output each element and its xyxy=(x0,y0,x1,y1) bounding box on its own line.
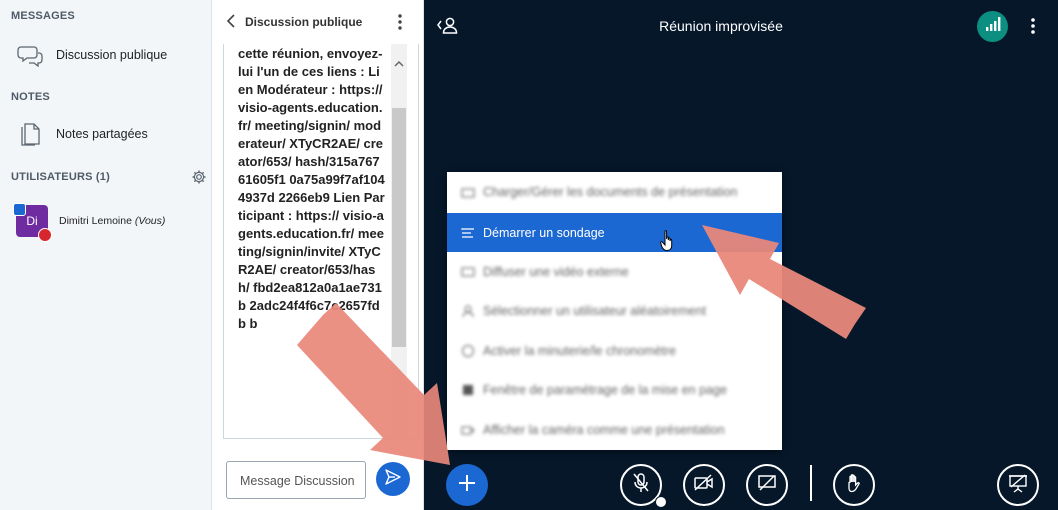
chevron-left-icon[interactable] xyxy=(224,13,240,29)
gear-icon[interactable] xyxy=(191,169,207,185)
toggle-presentation-button[interactable] xyxy=(997,464,1039,506)
actions-plus-button[interactable] xyxy=(446,464,488,506)
menu-item-manage-presentations[interactable]: Charger/Gérer les documents de présentat… xyxy=(447,172,782,211)
screenshare-off-icon xyxy=(757,474,777,497)
notes-icon xyxy=(16,120,44,148)
sidebar-item-public-chat[interactable]: Discussion publique xyxy=(0,35,211,75)
chat-message-list[interactable]: cette réunion, envoyez-lui l'un de ces l… xyxy=(223,44,419,439)
menu-item-label: Fenêtre de paramétrage de la mise en pag… xyxy=(483,382,727,397)
camera-off-icon xyxy=(693,473,715,497)
main-area: Réunion improvisée Charger/Gérer les doc… xyxy=(424,0,1058,510)
scroll-up-icon[interactable] xyxy=(394,56,404,67)
menu-item-label: Sélectionner un utilisateur aléatoiremen… xyxy=(483,303,707,318)
hand-cursor-icon xyxy=(660,229,676,253)
timer-icon xyxy=(461,344,475,358)
actions-dropdown-menu: Charger/Gérer les documents de présentat… xyxy=(447,172,782,450)
meeting-title: Réunion improvisée xyxy=(659,18,783,34)
menu-item-layout-settings[interactable]: Fenêtre de paramétrage de la mise en pag… xyxy=(447,370,782,409)
presentation-icon xyxy=(1008,473,1028,498)
microphone-off-icon xyxy=(631,472,651,499)
menu-item-camera-as-content[interactable]: Afficher la caméra comme une présentatio… xyxy=(447,410,782,449)
upload-icon xyxy=(461,185,475,199)
share-screen-button[interactable] xyxy=(746,464,788,506)
poll-icon xyxy=(461,226,475,240)
camera-icon xyxy=(461,423,475,437)
video-icon xyxy=(461,265,475,279)
user-self-tag: (Vous) xyxy=(134,215,166,227)
share-webcam-button[interactable] xyxy=(683,464,725,506)
send-button[interactable] xyxy=(376,462,410,496)
menu-item-label: Afficher la caméra comme une présentatio… xyxy=(483,422,725,437)
more-options-icon[interactable] xyxy=(1027,15,1039,37)
audio-options-chevron-icon[interactable] xyxy=(655,496,667,508)
layout-icon xyxy=(461,383,475,397)
menu-item-timer[interactable]: Activer la minuterie/le chronomètre xyxy=(447,331,782,370)
scroll-down-icon[interactable] xyxy=(394,432,404,438)
moderator-icon xyxy=(38,228,52,242)
menu-item-start-poll[interactable]: Démarrer un sondage xyxy=(447,213,782,252)
user-name-text: Dimitri Lemoine xyxy=(59,215,132,227)
scrollbar[interactable] xyxy=(391,44,407,438)
app-root: MESSAGES Discussion publique NOTES Notes… xyxy=(0,0,1058,510)
chat-message-text: cette réunion, envoyez-lui l'un de ces l… xyxy=(238,46,385,331)
scroll-thumb[interactable] xyxy=(392,108,406,347)
chat-panel: Discussion publique cette réunion, envoy… xyxy=(212,0,424,510)
chat-title: Discussion publique xyxy=(245,15,363,29)
messages-section-title: MESSAGES xyxy=(11,10,75,22)
send-icon xyxy=(384,468,402,491)
mute-microphone-button[interactable] xyxy=(620,464,667,508)
chat-bubbles-icon xyxy=(16,41,44,69)
notes-section-title: NOTES xyxy=(11,91,50,103)
users-section-title: UTILISATEURS (1) xyxy=(11,171,110,183)
raise-hand-button[interactable] xyxy=(833,464,875,506)
connection-status-button[interactable] xyxy=(977,11,1008,42)
chat-header: Discussion publique xyxy=(212,0,424,44)
chat-message-input[interactable]: Message Discussion xyxy=(226,461,366,499)
presenter-icon xyxy=(13,203,26,216)
toolbar-divider xyxy=(810,465,812,501)
hand-icon xyxy=(845,473,863,498)
sidebar: MESSAGES Discussion publique NOTES Notes… xyxy=(0,0,212,510)
menu-item-label: Diffuser une vidéo externe xyxy=(483,264,629,279)
menu-item-label: Charger/Gérer les documents de présentat… xyxy=(483,184,738,199)
sidebar-item-label: Notes partagées xyxy=(56,127,148,141)
plus-icon xyxy=(458,474,476,497)
user-icon xyxy=(461,304,475,318)
menu-item-label: Démarrer un sondage xyxy=(483,225,605,240)
menu-item-label: Activer la minuterie/le chronomètre xyxy=(483,343,677,358)
signal-bars-icon xyxy=(985,17,1001,36)
more-options-icon[interactable] xyxy=(394,12,406,32)
menu-item-random-user[interactable]: Sélectionner un utilisateur aléatoiremen… xyxy=(447,291,782,330)
user-name: Dimitri Lemoine (Vous) xyxy=(59,215,165,227)
sidebar-item-label: Discussion publique xyxy=(56,48,168,62)
menu-item-share-external-video[interactable]: Diffuser une vidéo externe xyxy=(447,252,782,291)
user-list-item[interactable]: Di Dimitri Lemoine (Vous) xyxy=(0,200,211,244)
sidebar-item-shared-notes[interactable]: Notes partagées xyxy=(0,114,211,154)
